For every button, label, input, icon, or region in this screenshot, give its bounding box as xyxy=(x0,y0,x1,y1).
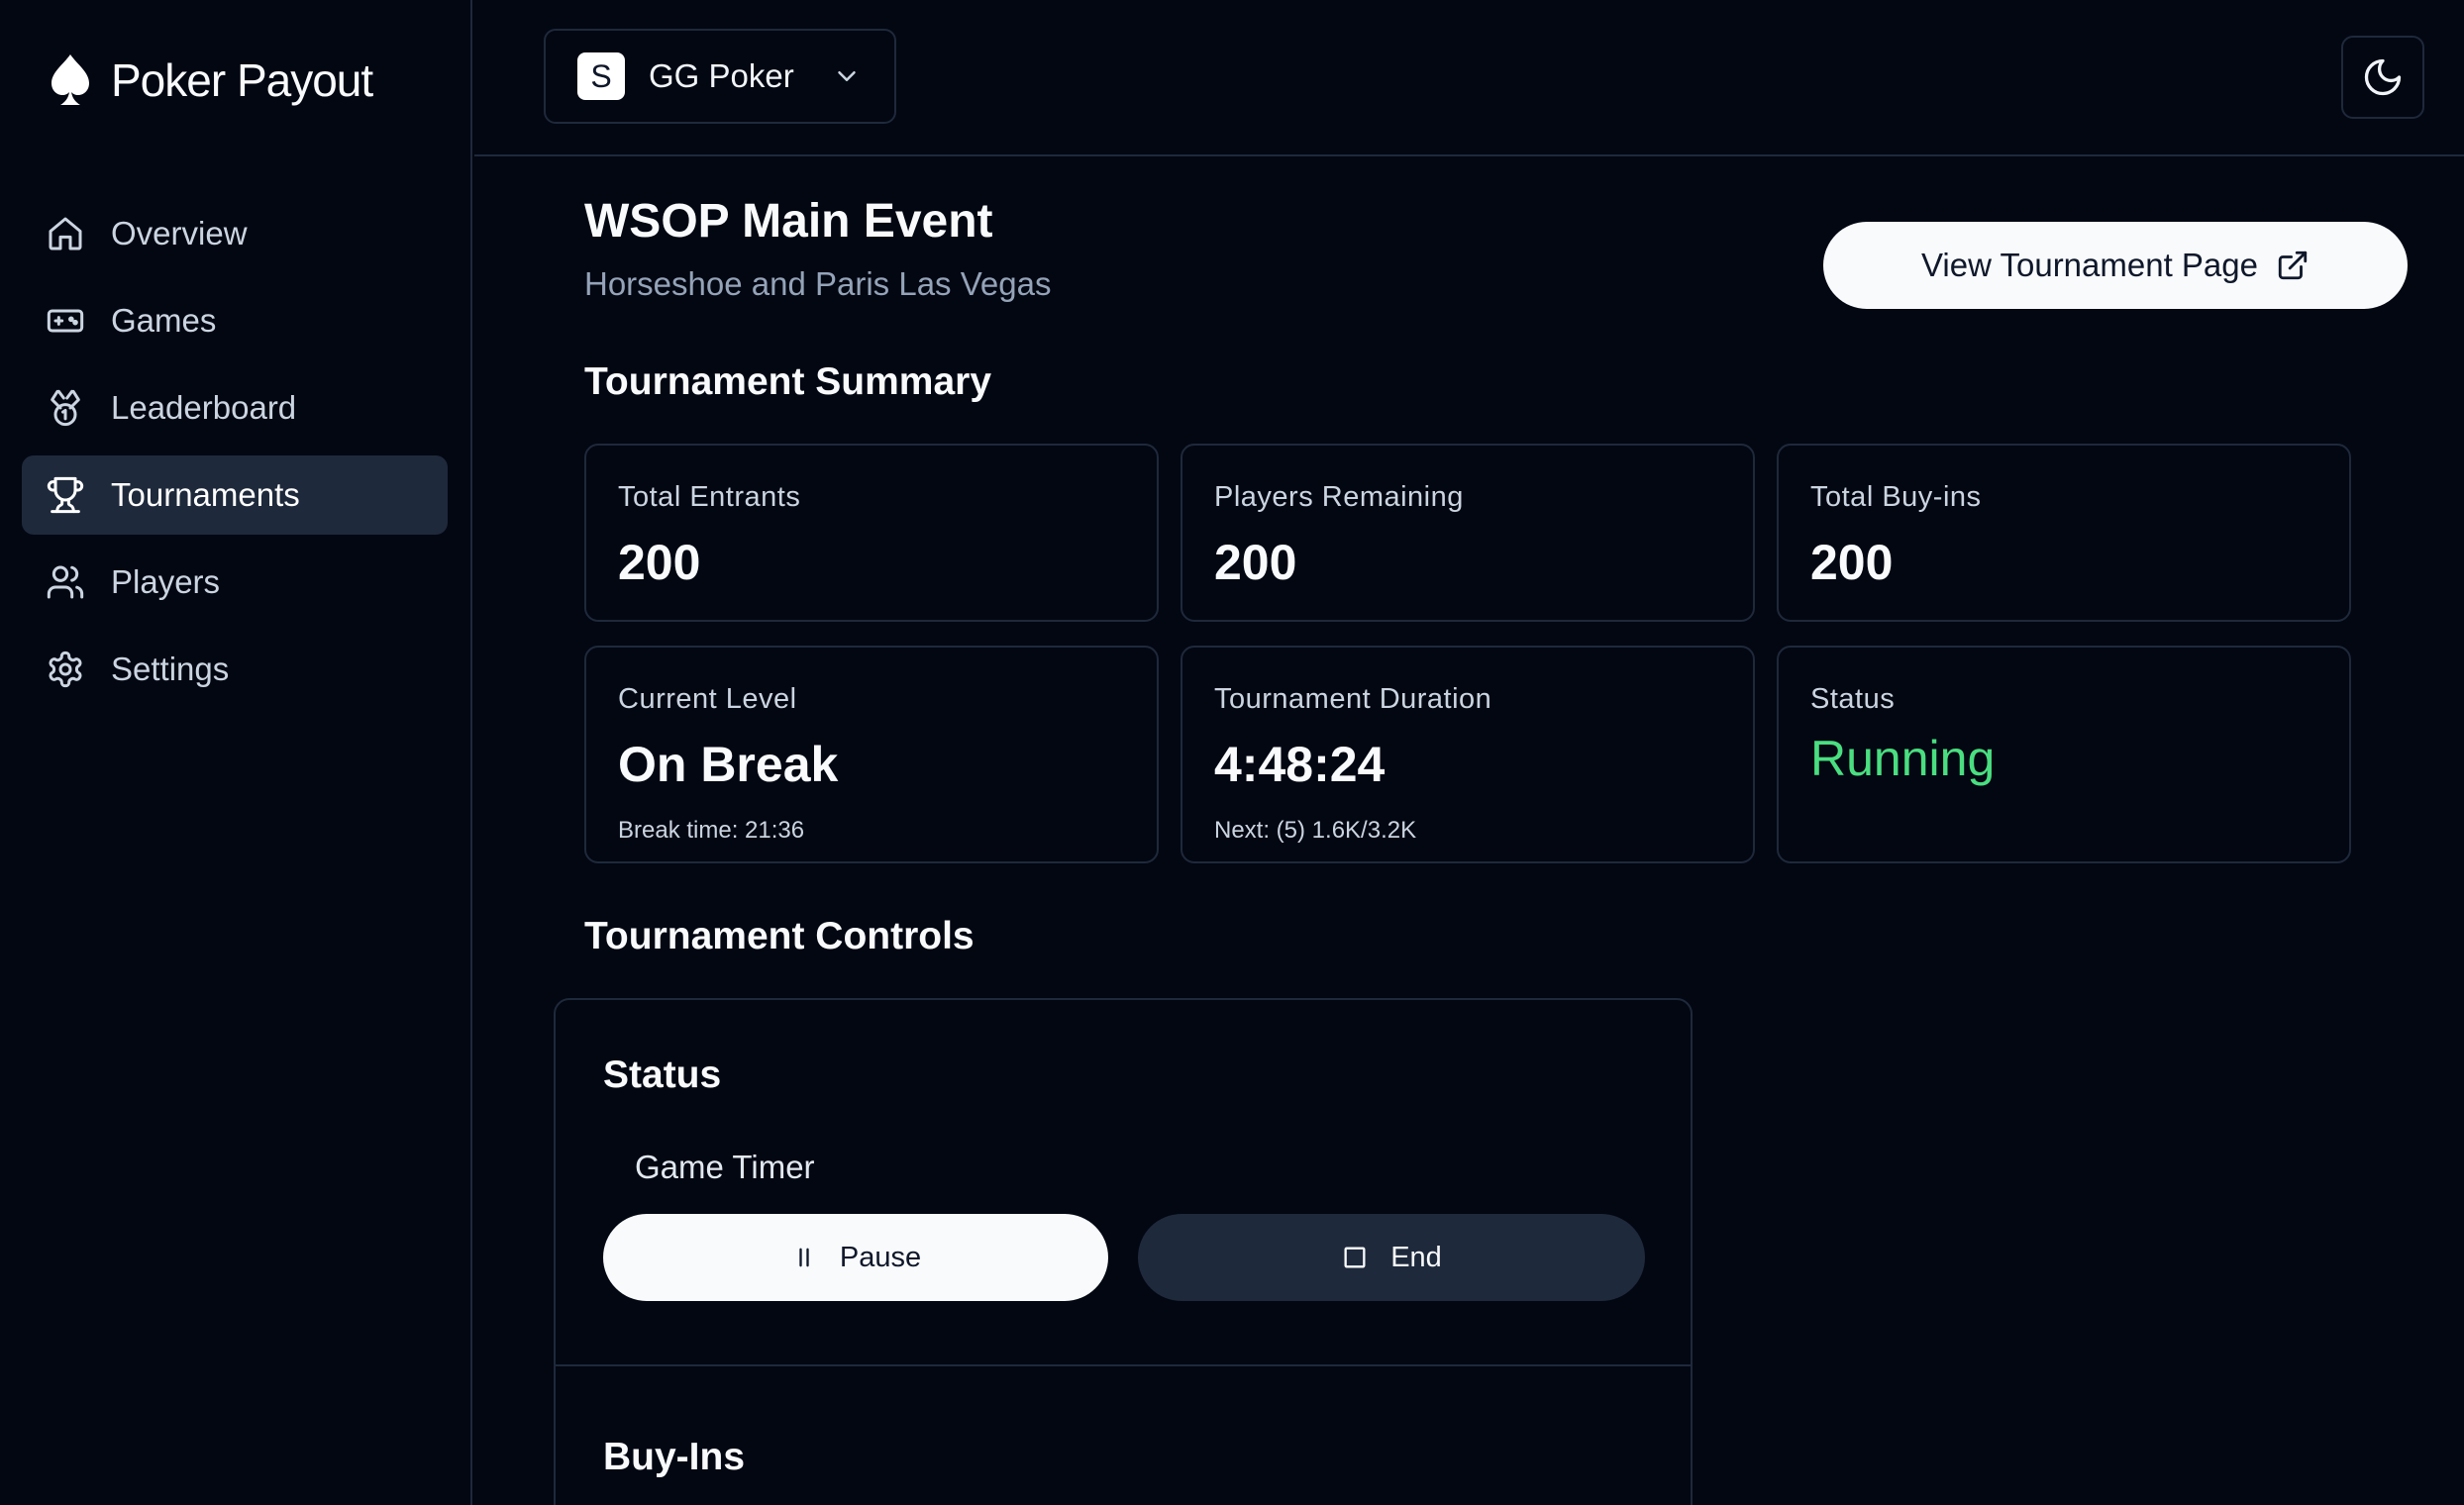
sidebar-item-label: Settings xyxy=(111,651,230,687)
sidebar-item-label: Leaderboard xyxy=(111,389,297,426)
stat-card-total-buyins: Total Buy-ins 200 xyxy=(1777,444,2351,622)
stat-label: Players Remaining xyxy=(1214,481,1464,513)
buyins-section-heading: Buy-Ins xyxy=(603,1436,746,1478)
stat-value: On Break xyxy=(618,737,839,792)
sidebar-item-label: Players xyxy=(111,563,221,600)
users-icon xyxy=(47,565,84,599)
pause-icon xyxy=(799,1248,809,1267)
controls-panel: Status Game Timer Pause End Buy-Ins xyxy=(554,998,1693,1505)
spade-icon xyxy=(51,54,89,105)
chevron-down-icon xyxy=(837,71,856,81)
end-label: End xyxy=(1390,1241,1442,1273)
stop-icon xyxy=(1344,1247,1366,1268)
theme-toggle-button[interactable] xyxy=(2341,36,2424,119)
trophy-icon xyxy=(47,476,84,514)
stat-value: 4:48:24 xyxy=(1214,737,1386,792)
stat-card-tournament-duration: Tournament Duration 4:48:24 Next: (5) 1.… xyxy=(1181,646,1755,863)
moon-icon xyxy=(2364,58,2402,96)
stat-label: Total Buy-ins xyxy=(1810,481,1982,513)
view-tournament-page-label: View Tournament Page xyxy=(1920,247,2258,283)
top-header: S GG Poker xyxy=(474,0,2464,156)
pause-label: Pause xyxy=(839,1241,922,1273)
status-badge: Running xyxy=(1810,731,1996,786)
medal-icon xyxy=(51,389,80,427)
home-icon xyxy=(49,217,82,251)
sidebar-item-label: Tournaments xyxy=(111,476,300,513)
stat-card-players-remaining: Players Remaining 200 xyxy=(1181,444,1755,622)
stat-label: Status xyxy=(1810,683,1896,715)
stat-card-current-level: Current Level On Break Break time: 21:36 xyxy=(584,646,1159,863)
sidebar-item-leaderboard[interactable]: Leaderboard xyxy=(22,368,448,448)
sidebar-item-tournaments[interactable]: Tournaments xyxy=(22,455,448,535)
panel-divider xyxy=(556,1364,1691,1366)
game-timer-label: Game Timer xyxy=(635,1149,815,1185)
stat-note: Break time: 21:36 xyxy=(618,817,805,844)
brand-name: Poker Payout xyxy=(111,54,373,106)
page-title: WSOP Main Event xyxy=(584,195,993,248)
sidebar-item-games[interactable]: Games xyxy=(22,281,448,360)
sidebar: Poker Payout Overview Games Leaderboard … xyxy=(0,0,472,1505)
summary-heading: Tournament Summary xyxy=(584,360,992,403)
sidebar-item-settings[interactable]: Settings xyxy=(22,630,448,709)
controls-heading: Tournament Controls xyxy=(584,915,975,957)
stat-note: Next: (5) 1.6K/3.2K xyxy=(1214,817,1417,844)
site-selector[interactable]: S GG Poker xyxy=(544,29,896,124)
main-content: WSOP Main Event Horseshoe and Paris Las … xyxy=(474,158,2464,1505)
brand[interactable]: Poker Payout xyxy=(46,46,373,115)
stat-card-status: Status Running xyxy=(1777,646,2351,863)
site-badge: S xyxy=(577,52,625,100)
sidebar-nav: Overview Games Leaderboard Tournaments P… xyxy=(22,194,448,717)
stat-value: 200 xyxy=(1810,535,1894,590)
sidebar-item-label: Overview xyxy=(111,215,248,251)
status-section-heading: Status xyxy=(603,1054,722,1096)
sidebar-item-overview[interactable]: Overview xyxy=(22,194,448,273)
gear-icon xyxy=(49,651,82,688)
view-tournament-page-button[interactable]: View Tournament Page xyxy=(1823,222,2408,309)
stat-value: 200 xyxy=(1214,535,1297,590)
site-name: GG Poker xyxy=(649,57,794,94)
stat-value: 200 xyxy=(618,535,701,590)
pause-button[interactable]: Pause xyxy=(603,1214,1108,1301)
app-root: Poker Payout Overview Games Leaderboard … xyxy=(0,0,2464,1505)
gamepad-icon xyxy=(47,309,84,333)
sidebar-item-label: Games xyxy=(111,302,217,339)
venue-subtitle: Horseshoe and Paris Las Vegas xyxy=(584,265,1052,302)
stat-card-total-entrants: Total Entrants 200 xyxy=(584,444,1159,622)
stat-label: Tournament Duration xyxy=(1214,683,1492,715)
end-button[interactable]: End xyxy=(1138,1214,1645,1301)
external-link-icon xyxy=(2278,251,2308,280)
sidebar-item-players[interactable]: Players xyxy=(22,543,448,622)
stat-label: Current Level xyxy=(618,683,797,715)
stat-label: Total Entrants xyxy=(618,481,801,513)
